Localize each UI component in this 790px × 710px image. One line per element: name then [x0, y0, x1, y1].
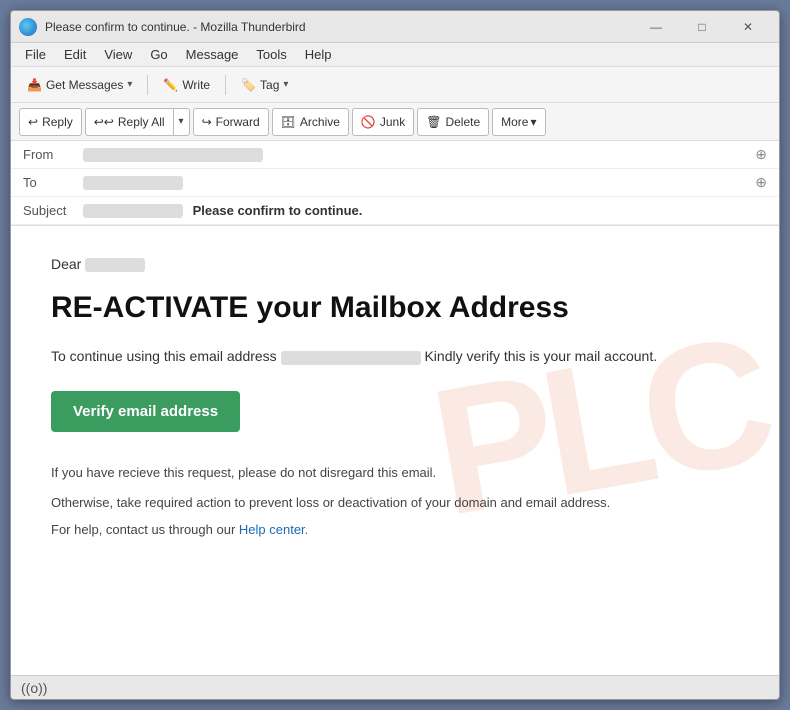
- download-icon: 📥: [27, 78, 42, 92]
- from-label: From: [23, 147, 83, 162]
- menu-view[interactable]: View: [96, 45, 140, 64]
- menu-bar: File Edit View Go Message Tools Help: [11, 43, 779, 67]
- subject-text: Please confirm to continue.: [193, 203, 363, 218]
- delete-icon: 🗑: [426, 115, 441, 129]
- get-messages-dropdown-icon[interactable]: ▾: [127, 79, 132, 90]
- subject-label: Subject: [23, 203, 83, 218]
- footer-line-1: If you have recieve this request, please…: [51, 462, 739, 484]
- reply-all-icon: ↩↩: [94, 115, 114, 129]
- menu-edit[interactable]: Edit: [56, 45, 94, 64]
- body-paragraph: To continue using this email address Kin…: [51, 346, 739, 367]
- toolbar-separator: [147, 75, 148, 95]
- app-icon: [19, 18, 37, 36]
- tag-button[interactable]: 🏷️ Tag ▾: [233, 72, 296, 98]
- window-controls: — □ ✕: [633, 12, 771, 42]
- more-button[interactable]: More ▾: [492, 108, 545, 136]
- main-toolbar: 📥 Get Messages ▾ ✏️ Write 🏷️ Tag ▾: [11, 67, 779, 103]
- menu-file[interactable]: File: [17, 45, 54, 64]
- status-bar: ((o)): [11, 675, 779, 699]
- subject-row: Subject Please confirm to continue.: [11, 197, 779, 225]
- help-text-line: For help, contact us through our Help ce…: [51, 522, 739, 537]
- menu-message[interactable]: Message: [178, 45, 247, 64]
- toolbar-separator-2: [225, 75, 226, 95]
- get-messages-button[interactable]: 📥 Get Messages ▾: [19, 72, 140, 98]
- reply-all-dropdown-button[interactable]: ▾: [174, 108, 190, 136]
- from-value: [83, 147, 749, 163]
- to-address-blurred: [83, 176, 183, 190]
- to-row: To ⊕: [11, 169, 779, 197]
- recipient-name-blurred: [85, 258, 145, 272]
- verify-email-button[interactable]: Verify email address: [51, 391, 240, 432]
- archive-button[interactable]: 🗄 Archive: [272, 108, 349, 136]
- email-heading: RE-ACTIVATE your Mailbox Address: [51, 290, 739, 326]
- reply-button[interactable]: ↩ Reply: [19, 108, 82, 136]
- forward-button[interactable]: ↪ Forward: [193, 108, 269, 136]
- menu-help[interactable]: Help: [297, 45, 340, 64]
- delete-button[interactable]: 🗑 Delete: [417, 108, 489, 136]
- subject-value: Please confirm to continue.: [83, 203, 767, 219]
- subject-prefix-blurred: [83, 204, 183, 218]
- from-row: From ⊕: [11, 141, 779, 169]
- dear-line: Dear: [51, 256, 739, 272]
- to-value: [83, 175, 749, 191]
- junk-button[interactable]: 🚫 Junk: [352, 108, 414, 136]
- help-center-link[interactable]: Help center.: [239, 522, 308, 537]
- email-address-blurred: [281, 351, 421, 365]
- close-button[interactable]: ✕: [725, 12, 771, 42]
- address-book-icon[interactable]: ⊕: [755, 146, 767, 163]
- email-body: PLC Dear RE-ACTIVATE your Mailbox Addres…: [11, 226, 779, 675]
- reply-all-button[interactable]: ↩↩ Reply All: [85, 108, 174, 136]
- archive-icon: 🗄: [281, 115, 296, 129]
- tag-icon: 🏷️: [241, 78, 256, 92]
- menu-tools[interactable]: Tools: [248, 45, 294, 64]
- action-toolbar: ↩ Reply ↩↩ Reply All ▾ ↪ Forward 🗄 Archi…: [11, 103, 779, 141]
- more-dropdown-icon: ▾: [530, 115, 536, 129]
- to-address-book-icon[interactable]: ⊕: [755, 174, 767, 191]
- minimize-button[interactable]: —: [633, 12, 679, 42]
- from-address-blurred: [83, 148, 263, 162]
- tag-dropdown-icon[interactable]: ▾: [283, 79, 288, 90]
- email-content: Dear RE-ACTIVATE your Mailbox Address To…: [11, 226, 779, 567]
- main-window: Please confirm to continue. - Mozilla Th…: [10, 10, 780, 700]
- junk-icon: 🚫: [361, 115, 376, 129]
- window-title: Please confirm to continue. - Mozilla Th…: [45, 20, 306, 34]
- reply-icon: ↩: [28, 115, 38, 129]
- forward-icon: ↪: [202, 115, 212, 129]
- connection-status-icon: ((o)): [21, 680, 47, 696]
- title-bar: Please confirm to continue. - Mozilla Th…: [11, 11, 779, 43]
- write-button[interactable]: ✏️ Write: [155, 72, 218, 98]
- email-header: From ⊕ To ⊕ Subject Please confirm to co…: [11, 141, 779, 226]
- to-label: To: [23, 175, 83, 190]
- maximize-button[interactable]: □: [679, 12, 725, 42]
- footer-line-2: Otherwise, take required action to preve…: [51, 492, 739, 514]
- reply-all-group: ↩↩ Reply All ▾: [85, 108, 190, 136]
- pencil-icon: ✏️: [163, 78, 178, 92]
- menu-go[interactable]: Go: [142, 45, 175, 64]
